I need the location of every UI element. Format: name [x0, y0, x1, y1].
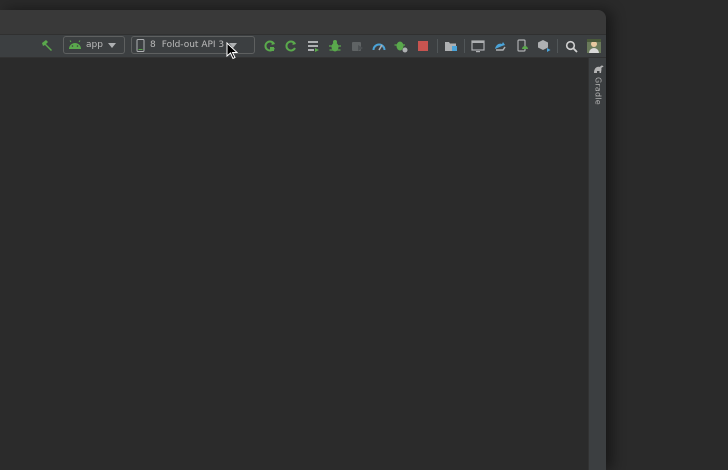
ide-window: app 8 Fold-out API 3 Gradle [0, 10, 606, 470]
bug-settings-icon[interactable] [393, 38, 409, 54]
profiler-icon[interactable] [371, 38, 387, 54]
gradle-icon [593, 64, 604, 74]
toolbar-separator [464, 39, 465, 53]
stop-icon[interactable] [415, 38, 431, 54]
avd-manager-icon[interactable] [514, 38, 530, 54]
right-tool-strip: Gradle [588, 58, 606, 470]
editor-area[interactable] [0, 58, 588, 470]
device-number: 8 [150, 40, 156, 50]
project-structure-icon[interactable] [443, 38, 459, 54]
mouse-cursor-icon [226, 41, 239, 64]
toolbar-separator [437, 39, 438, 53]
sdk-manager-icon[interactable] [536, 38, 552, 54]
hammer-icon[interactable] [38, 38, 56, 54]
sync-project-icon[interactable] [492, 38, 508, 54]
search-icon[interactable] [563, 38, 579, 54]
title-bar [0, 10, 606, 35]
device-manager-icon[interactable] [470, 38, 486, 54]
toolbar-separator [557, 39, 558, 53]
apply-changes-restart-icon[interactable] [262, 38, 278, 54]
attach-debugger-icon[interactable] [349, 38, 365, 54]
avatar-icon[interactable] [586, 38, 602, 54]
device-label: Fold-out API 3 [161, 40, 225, 50]
gradle-tab-label: Gradle [593, 77, 603, 105]
debug-icon[interactable] [327, 38, 343, 54]
main-toolbar: app 8 Fold-out API 3 [0, 35, 606, 58]
chevron-down-icon [107, 42, 116, 48]
run-config-combo[interactable]: app [63, 36, 125, 54]
android-icon [68, 40, 82, 50]
run-config-label: app [86, 40, 103, 50]
device-icon [136, 38, 145, 52]
run-menu-icon[interactable] [305, 38, 321, 54]
gradle-tool-tab[interactable]: Gradle [589, 64, 606, 105]
apply-code-changes-icon[interactable] [283, 38, 299, 54]
